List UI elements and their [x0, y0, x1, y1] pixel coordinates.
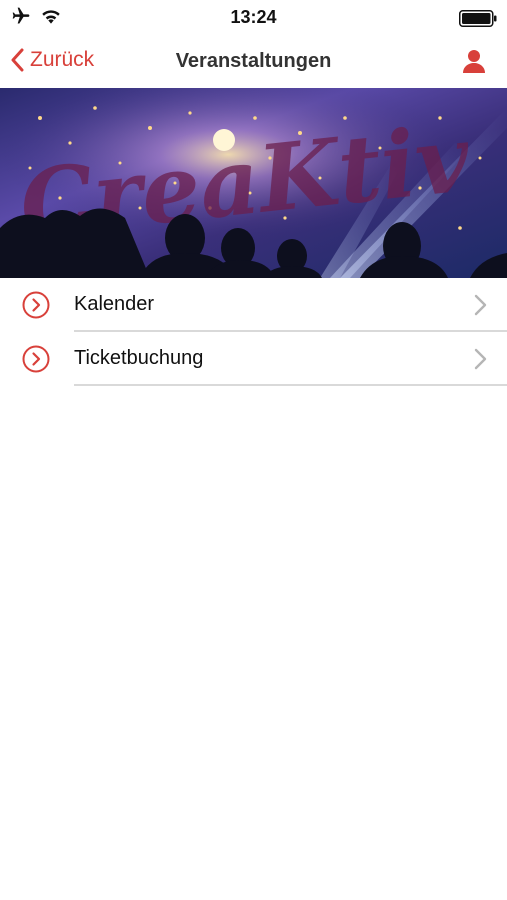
- user-icon[interactable]: [461, 48, 487, 74]
- circle-chevron-right-icon: [22, 291, 50, 319]
- banner-photo: CreaKtiv: [0, 88, 507, 278]
- chevron-right-icon: [474, 348, 487, 370]
- list-separator: [74, 384, 507, 386]
- event-banner-image: CreaKtiv: [0, 88, 507, 278]
- circle-chevron-right-icon: [22, 345, 50, 373]
- menu-item-label: Kalender: [74, 293, 155, 315]
- menu-item-kalender[interactable]: Kalender: [0, 278, 507, 332]
- battery-icon: [459, 10, 497, 27]
- navigation-bar: Zurück Veranstaltungen: [0, 36, 507, 88]
- menu-item-label: Ticketbuchung: [74, 347, 204, 369]
- status-time: 13:24: [230, 7, 277, 27]
- chevron-right-icon: [474, 294, 487, 316]
- menu-item-ticketbuchung[interactable]: Ticketbuchung: [0, 332, 507, 386]
- page-title: Veranstaltungen: [175, 50, 332, 72]
- status-bar: 13:24: [0, 0, 507, 36]
- menu-list: Kalender Ticketbuchung: [0, 278, 507, 386]
